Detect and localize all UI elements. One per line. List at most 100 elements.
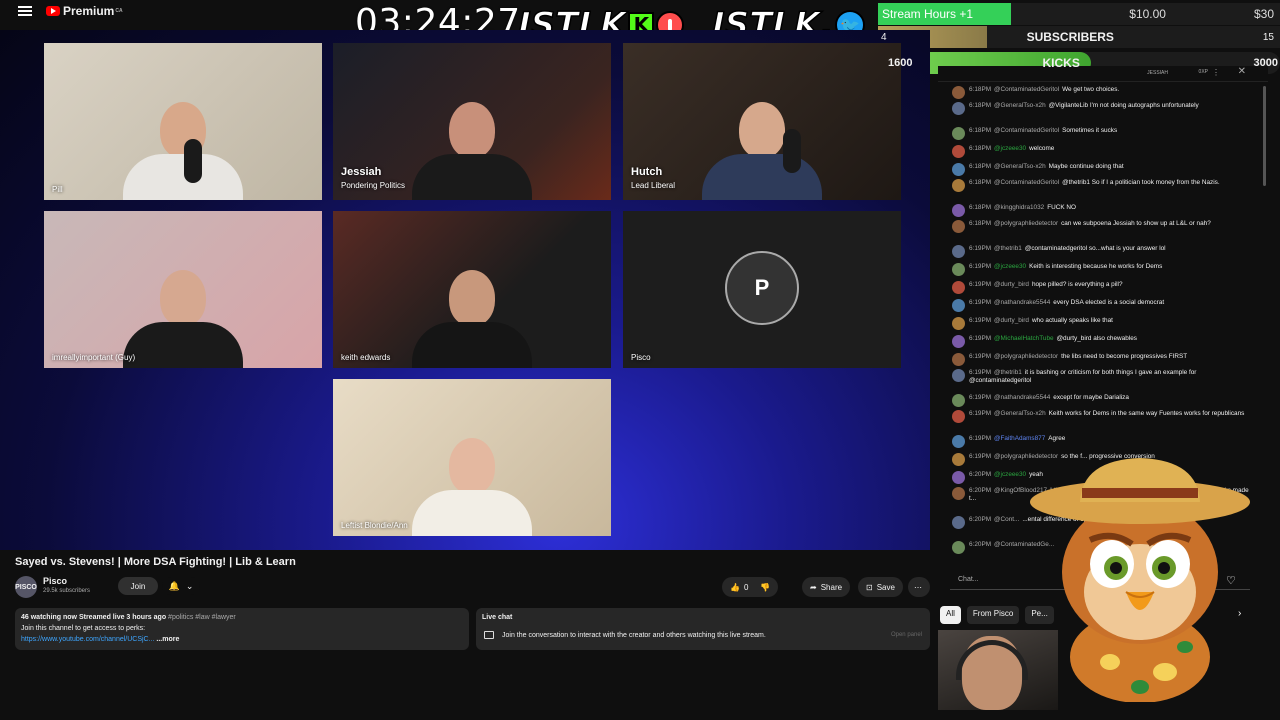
chat-username[interactable]: @ContaminatedGeritol [994, 86, 1059, 93]
description-link[interactable]: https://www.youtube.com/channel/UCSjC... [21, 636, 154, 643]
chat-username[interactable]: @kingghidra1032 [994, 204, 1044, 211]
chat-username[interactable]: @polygraphliedetector [994, 220, 1058, 227]
chevron-down-icon: ⌄ [185, 580, 194, 591]
microphone-icon [783, 129, 801, 173]
chat-username[interactable]: @Cont... [994, 516, 1019, 523]
subscribers-label: SUBSCRIBERS [1026, 30, 1114, 44]
chat-avatar[interactable] [952, 435, 965, 448]
description-tags[interactable]: #politics #law #lawyer [168, 614, 236, 621]
chat-message: 6:19PM @durty_bird hope pilled? is everyth… [952, 281, 1252, 294]
chat-timestamp: 6:18PM [969, 145, 992, 152]
chat-username[interactable]: @jczeee30 [994, 263, 1026, 270]
chat-username[interactable]: @thetrib1 [994, 245, 1022, 252]
close-icon[interactable]: ✕ [1238, 66, 1246, 77]
channel-avatar[interactable]: PISCO [15, 576, 37, 598]
bookmark-icon: ⊡ [866, 582, 873, 592]
chat-avatar[interactable] [952, 453, 965, 466]
save-button[interactable]: ⊡ Save [858, 577, 903, 597]
chat-avatar[interactable] [952, 317, 965, 330]
chat-avatar[interactable] [952, 145, 965, 158]
chat-avatar[interactable] [952, 204, 965, 217]
chat-username[interactable]: @nathandrake5544 [994, 394, 1050, 401]
thumbs-up-icon[interactable]: 👍 [730, 583, 740, 592]
live-chat-prompt: Live chat Join the conversation to inter… [476, 608, 930, 650]
description-box[interactable]: 46 watching now Streamed live 3 hours ag… [15, 608, 469, 650]
chat-timestamp: 6:20PM [969, 541, 992, 548]
chat-avatar[interactable] [952, 281, 965, 294]
chat-avatar[interactable] [952, 369, 965, 382]
chat-avatar[interactable] [952, 179, 965, 192]
chat-username[interactable]: @polygraphliedetector [994, 353, 1058, 360]
participant-label: imreallyimportant (Guy) [52, 353, 136, 362]
chat-avatar[interactable] [952, 516, 965, 529]
tab-all[interactable]: All [940, 606, 961, 624]
tab-from-pisco[interactable]: From Pisco [966, 606, 1020, 624]
share-button[interactable]: ➦ Share [802, 577, 851, 597]
chat-message: 6:18PM @ContaminatedGeritol We get two cho… [952, 86, 1252, 99]
chat-avatar[interactable] [952, 353, 965, 366]
chat-text: except for maybe Darializa [1053, 394, 1129, 401]
chat-timestamp: 6:20PM [969, 471, 992, 478]
participant-name: Hutch [631, 166, 663, 178]
participant-subtitle: Lead Liberal [631, 181, 676, 190]
chat-text: hope pilled? is everything a pill? [1031, 281, 1123, 288]
chat-username[interactable]: @durty_bird [994, 317, 1029, 324]
open-panel-button[interactable]: Open panel [891, 632, 922, 638]
chat-username[interactable]: @FaithAdams877 [994, 435, 1045, 442]
thumbs-down-icon[interactable]: 👎 [760, 583, 770, 592]
chat-scrollbar[interactable] [1263, 86, 1266, 186]
chat-timestamp: 6:18PM [969, 204, 992, 211]
kicks-current: 1600 [888, 57, 913, 69]
chat-timestamp: 6:19PM [969, 245, 992, 252]
participant-figure [412, 270, 532, 368]
participant-subtitle: Pondering Politics [341, 181, 406, 190]
like-dislike-group: 👍 0 👎 [722, 577, 779, 597]
chat-username[interactable]: @MichaelHatchTube [994, 335, 1054, 342]
chat-avatar[interactable] [952, 541, 965, 554]
chat-avatar[interactable] [952, 394, 965, 407]
participant-avatar: P [725, 251, 799, 325]
channel-name[interactable]: Pisco [43, 576, 67, 586]
chat-avatar[interactable] [952, 220, 965, 233]
chat-username[interactable]: @ContaminatedGeritol [994, 127, 1059, 134]
participant-tile-ann: Leftist Blondie/Ann [333, 379, 611, 536]
chat-avatar[interactable] [952, 487, 965, 500]
chat-avatar[interactable] [952, 471, 965, 484]
chat-username[interactable]: @durty_bird [994, 281, 1029, 288]
chat-avatar[interactable] [952, 299, 965, 312]
show-more-link[interactable]: ...more [156, 636, 179, 643]
chat-username[interactable]: @jczeee30 [994, 145, 1026, 152]
youtube-play-icon [46, 6, 60, 16]
notifications-button[interactable]: 🔔 ⌄ [162, 577, 200, 595]
chat-avatar[interactable] [952, 127, 965, 140]
menu-icon[interactable] [18, 6, 32, 16]
chat-username[interactable]: @GeneralTso-x2h [994, 163, 1046, 170]
chat-username[interactable]: @nathandrake5544 [994, 299, 1050, 306]
chat-username[interactable]: @GeneralTso-x2h [994, 410, 1046, 417]
join-button[interactable]: Join [118, 577, 158, 595]
live-chat-message: Join the conversation to interact with t… [502, 632, 766, 639]
chat-avatar[interactable] [952, 335, 965, 348]
chat-timestamp: 6:19PM [969, 453, 992, 460]
youtube-logo[interactable]: Premium CA [46, 4, 123, 18]
chat-avatar[interactable] [952, 163, 965, 176]
bell-icon: 🔔 [168, 580, 180, 591]
chat-username[interactable]: @GeneralTso-x2h [994, 102, 1046, 109]
stream-hours-amount: $10.00 [1129, 7, 1166, 21]
chat-username[interactable]: @thetrib1 [994, 369, 1022, 376]
kebab-menu-icon[interactable]: ⋮ [1212, 68, 1220, 77]
chat-username[interactable]: @ContaminatedGeritol [994, 179, 1059, 186]
participant-tile-guy: imreallyimportant (Guy) [44, 211, 322, 368]
kicks-target: 3000 [1253, 57, 1278, 69]
chat-message: 6:18PM @ContaminatedGeritol Sometimes it s… [952, 127, 1252, 140]
chat-avatar[interactable] [952, 102, 965, 115]
chat-message: 6:18PM @jczeee30 welcome [952, 145, 1252, 158]
kicks-label: KICKS [1042, 56, 1080, 70]
chat-avatar[interactable] [952, 86, 965, 99]
video-player[interactable]: Pill Jessiah Pondering Politics Hutch Le… [0, 30, 930, 550]
chat-timestamp: 6:18PM [969, 163, 992, 170]
chat-avatar[interactable] [952, 263, 965, 276]
more-actions-button[interactable]: ⋯ [908, 577, 930, 597]
chat-avatar[interactable] [952, 245, 965, 258]
chat-avatar[interactable] [952, 410, 965, 423]
